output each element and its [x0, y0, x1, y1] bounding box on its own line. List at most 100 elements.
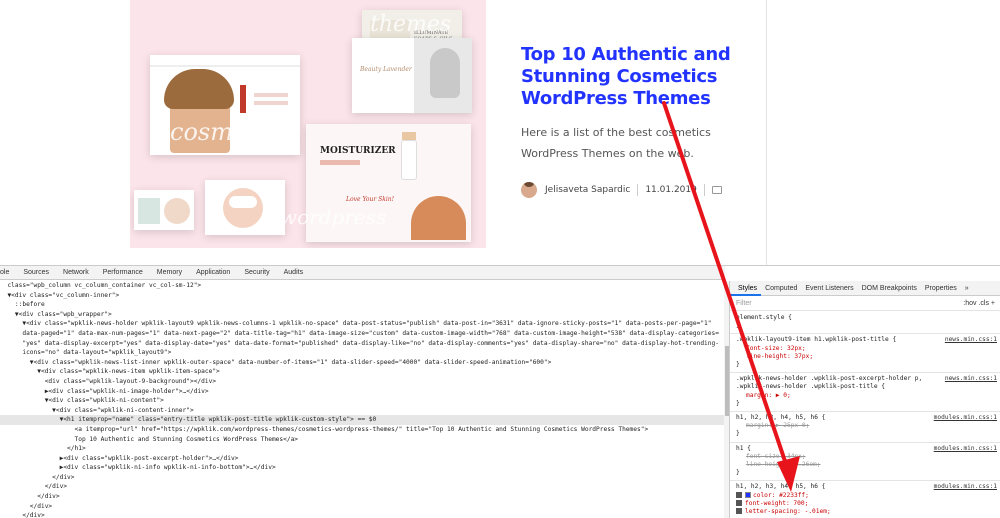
tab-computed[interactable]: Computed [761, 281, 801, 296]
featured-image[interactable]: ILLUMINATE SOAPS & OILS themes Beauty La… [130, 0, 486, 248]
styles-pane: Styles Computed Event Listeners DOM Brea… [729, 281, 1000, 518]
author-avatar[interactable] [521, 182, 537, 198]
dom-node-line[interactable]: ▼<div class="wpklik-news-holder wpklik-l… [0, 319, 724, 329]
property-checkbox[interactable] [736, 499, 742, 506]
website-preview: ILLUMINATE SOAPS & OILS themes Beauty La… [0, 0, 1000, 265]
dom-node-line[interactable]: ::before [0, 300, 724, 310]
css-rule[interactable]: .wpklik-layout9-item h1.wpklik-post-titl… [730, 334, 1000, 374]
css-declaration[interactable]: font-size: 34px; [736, 453, 995, 461]
declaration-text: margin: ▶ 0; [746, 391, 791, 399]
dom-node-line[interactable]: ▶<div class="wpklik-ni-info wpklik-ni-in… [0, 463, 724, 473]
css-declaration[interactable]: letter-spacing: -.01em; [736, 508, 995, 516]
dom-node-line[interactable]: ▼<div class="wpklik-ni-content-inner"> [0, 406, 724, 416]
dom-node-line[interactable]: ▼<div class="wpklik-news-list-inner wpkl… [0, 358, 724, 368]
screenshot: ILLUMINATE SOAPS & OILS themes Beauty La… [0, 0, 1000, 518]
filter-tools[interactable]: :hov .cls + [963, 297, 995, 311]
filter-input[interactable]: Filter [736, 300, 752, 307]
rule-close: } [736, 361, 740, 369]
dom-node-line[interactable]: data-paged="1" data-max-num-pages="1" da… [0, 329, 724, 339]
mock-text: Beauty Lavender [360, 66, 412, 73]
styles-filter[interactable]: Filter :hov .cls + [730, 297, 1000, 311]
mockup-facial [205, 180, 285, 235]
tab-security[interactable]: Security [237, 269, 276, 276]
tab-application[interactable]: Application [189, 269, 237, 276]
post-meta: Jelisaveta Sapardic 11.01.2019 [521, 180, 722, 200]
css-rule[interactable]: element.style {} [730, 312, 1000, 335]
css-declaration[interactable]: font-size: 32px; [736, 345, 995, 353]
css-declaration[interactable]: line-height: 37px; [736, 353, 995, 361]
rule-close: } [736, 322, 740, 330]
css-declaration[interactable]: font-weight: 700; [736, 499, 995, 508]
meta-divider [637, 184, 639, 196]
tab-event-listeners[interactable]: Event Listeners [801, 281, 857, 296]
tab-memory[interactable]: Memory [150, 269, 189, 276]
css-rule[interactable]: h1, h2, h3, h4, h5, h6 {modules.min.css:… [730, 412, 1000, 443]
rule-selector[interactable]: element.style { [736, 314, 995, 322]
css-declaration[interactable]: line-height: 1.26em; [736, 461, 995, 469]
css-rule[interactable]: .wpklik-news-holder .wpklik-post-excerpt… [730, 373, 1000, 413]
rule-source-link[interactable]: news.min.css:1 [945, 375, 997, 383]
css-rule[interactable]: h1 {modules.min.css:1 font-size: 34px; lin… [730, 443, 1000, 482]
tab-styles[interactable]: Styles [730, 281, 762, 296]
dom-node-line[interactable]: "yes" data-display-excerpt="yes" data-di… [0, 339, 724, 349]
post-date[interactable]: 11.01.2019 [645, 185, 697, 195]
dom-node-line[interactable]: </div> [0, 492, 724, 502]
dom-node-line[interactable]: class="wpb_column vc_column_container vc… [0, 281, 724, 291]
tab-performance[interactable]: Performance [96, 269, 150, 276]
rule-selector[interactable]: .wpklik-news-holder .wpklik-post-title { [736, 383, 995, 391]
author-name[interactable]: Jelisaveta Sapardic [545, 185, 630, 195]
css-declaration[interactable]: margin: ▶ 25px 0; [736, 422, 995, 430]
mockup-small [134, 190, 194, 230]
property-checkbox[interactable] [736, 508, 742, 515]
color-swatch[interactable] [745, 491, 751, 498]
elements-tree[interactable]: class="wpb_column vc_column_container vc… [0, 281, 724, 518]
post-excerpt: Here is a list of the best cosmetics Wor… [521, 126, 711, 160]
css-declaration[interactable]: margin: ▶ 0; [736, 392, 995, 400]
dom-node-line[interactable]: ▶<div class="wpklik-ni-image-holder">…</… [0, 387, 724, 397]
tab-sources[interactable]: Sources [16, 269, 56, 276]
property-checkbox[interactable] [736, 491, 742, 498]
dom-node-line[interactable]: </div> [0, 511, 724, 518]
declaration-text: line-height: 37px; [746, 352, 814, 360]
tab-network[interactable]: Network [56, 269, 96, 276]
mock-text: Love Your Skin! [346, 196, 395, 203]
devtools-tabbar: ole Sources Network Performance Memory A… [0, 266, 725, 280]
rule-close: } [736, 430, 740, 438]
dom-node-line[interactable]: </div> [0, 502, 724, 512]
more-tabs-icon[interactable]: » [961, 281, 973, 296]
hero-word-themes: themes [370, 12, 452, 37]
css-rule[interactable]: h1, h2, h3, h4, h5, h6 {modules.min.css:… [730, 481, 1000, 518]
mock-text: MOISTURIZER [320, 146, 396, 156]
dom-node-line[interactable]: </div> [0, 482, 724, 492]
dom-node-line[interactable]: ▶<div class="wpklik-post-excerpt-holder"… [0, 454, 724, 464]
tab-console[interactable]: ole [0, 269, 16, 276]
declaration-text: margin: ▶ 25px 0; [746, 422, 810, 430]
mockup-lavender: Beauty Lavender [352, 38, 472, 113]
tab-properties[interactable]: Properties [921, 281, 961, 296]
dom-node-line[interactable]: ▼<div class="vc_column-inner"> [0, 291, 724, 301]
tab-dom-breakpoints[interactable]: DOM Breakpoints [858, 281, 921, 296]
dom-node-line[interactable]: ▼<div class="wpklik-news-item wpklik-ite… [0, 367, 724, 377]
selected-dom-node[interactable]: ▼<h1 itemprop="name" class="entry-title … [0, 415, 724, 425]
rule-source-link[interactable]: modules.min.css:1 [934, 414, 997, 422]
content-border [766, 0, 767, 265]
rule-source-link[interactable]: modules.min.css:1 [934, 483, 997, 491]
dom-node-line[interactable]: ▼<div class="wpklik-ni-content"> [0, 396, 724, 406]
dom-node-line[interactable]: icons="no" data-layout="wpklik_layout9"> [0, 348, 724, 358]
dom-node-line[interactable]: <a itemprop="url" href="https://wpklik.c… [0, 425, 724, 435]
comment-icon[interactable] [711, 186, 722, 194]
rule-source-link[interactable]: modules.min.css:1 [934, 445, 997, 453]
tab-audits[interactable]: Audits [277, 269, 310, 276]
dom-node-line[interactable]: ▼<div class="wpb_wrapper"> [0, 310, 724, 320]
declaration-text: font-weight: 700; [745, 499, 809, 507]
dom-node-line[interactable]: </div> [0, 473, 724, 483]
hero-word-cosmetics: cosmetics [170, 118, 291, 146]
dom-node-line[interactable]: Top 10 Authentic and Stunning Cosmetics … [0, 435, 724, 445]
rule-source-link[interactable]: news.min.css:1 [945, 336, 997, 344]
declaration-text: font-size: 34px; [746, 452, 806, 460]
declaration-text: letter-spacing: -.01em; [745, 508, 831, 516]
post-title[interactable]: Top 10 Authentic and Stunning Cosmetics … [521, 44, 751, 110]
css-declaration[interactable]: color: #2233ff; [736, 491, 995, 500]
dom-node-line[interactable]: <div class="wpklik-layout-9-background">… [0, 377, 724, 387]
dom-node-line[interactable]: </h1> [0, 444, 724, 454]
